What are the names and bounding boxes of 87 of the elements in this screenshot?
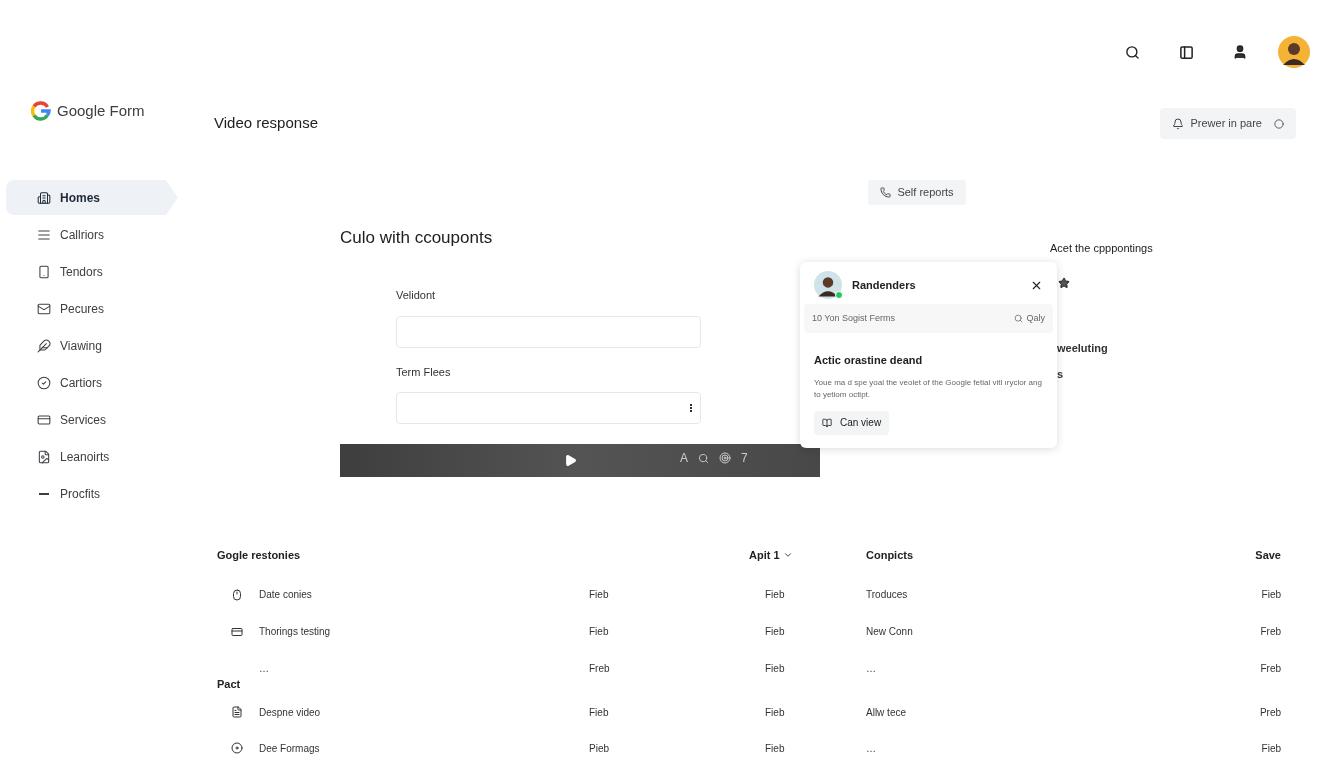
table-cell-text: Fieb bbox=[1261, 588, 1281, 602]
sidebar-item[interactable]: Pecures bbox=[6, 291, 178, 326]
caret-icon bbox=[782, 550, 793, 560]
row-name[interactable]: Thorings testing bbox=[259, 624, 331, 639]
table-cell-text: … bbox=[866, 741, 877, 756]
mouse-icon bbox=[231, 588, 243, 601]
panel-text: weeluting bbox=[1057, 340, 1109, 356]
image-file-icon bbox=[37, 449, 51, 464]
table-cell-text: Fieb bbox=[764, 741, 786, 756]
sidebar-item[interactable]: Tendors bbox=[6, 254, 178, 289]
sidebar-item[interactable]: Viawing bbox=[6, 328, 178, 363]
avatar-icon bbox=[814, 271, 842, 299]
building-icon bbox=[37, 190, 51, 205]
column-header: Conpicts bbox=[866, 547, 915, 563]
panel-text: s bbox=[1057, 367, 1065, 382]
row-name[interactable]: Despne video bbox=[259, 704, 321, 720]
contact-name: Randenders bbox=[852, 277, 917, 293]
table-cell-text: … bbox=[866, 662, 877, 676]
table-cell-text: Fieb bbox=[764, 588, 786, 602]
user-icon bbox=[1232, 44, 1248, 60]
panel-icon bbox=[1178, 44, 1194, 60]
column-header: Gogle restonies bbox=[217, 547, 302, 563]
check-circle-icon bbox=[37, 375, 51, 390]
table-cell-text: Fieb bbox=[764, 662, 786, 676]
can-view-button[interactable]: Can view bbox=[814, 410, 890, 435]
player-control[interactable]: 7 bbox=[741, 449, 748, 467]
row-name[interactable]: … bbox=[259, 661, 269, 676]
sidebar-item[interactable]: Callriors bbox=[6, 217, 178, 252]
table-cell-text: Fieb bbox=[589, 588, 610, 602]
popup-search-bar[interactable]: 10 Yon Sogist Ferms Qaly bbox=[804, 304, 1053, 333]
field-label: Term Flees bbox=[396, 364, 452, 380]
sidebar-item[interactable]: Homes bbox=[6, 180, 178, 215]
table-cell-text: Fieb bbox=[764, 625, 786, 639]
table-cell-text: Preb bbox=[1259, 705, 1281, 720]
table-cell-text: Freb bbox=[1260, 662, 1281, 676]
target-button[interactable] bbox=[719, 452, 731, 464]
avatar-icon bbox=[1278, 36, 1310, 68]
table-cell-text: Freb bbox=[589, 662, 611, 676]
table-cell-text: Freb bbox=[1260, 625, 1281, 639]
table-cell-text: Fieb bbox=[1261, 741, 1281, 756]
search-button[interactable] bbox=[698, 452, 709, 464]
phone-icon bbox=[880, 187, 892, 198]
document-icon bbox=[231, 706, 243, 718]
circle-icon bbox=[1274, 118, 1284, 129]
row-name[interactable]: Dee Formags bbox=[259, 740, 320, 756]
bell-icon bbox=[1172, 117, 1185, 130]
play-button[interactable] bbox=[564, 454, 577, 467]
row-name[interactable]: Date conies bbox=[259, 587, 312, 602]
self-reports-button[interactable]: Self reports bbox=[868, 180, 966, 205]
popup-body: Youe ma d spe yoal the veolet of the Google fetial vitl ıryclor ang to yetiom octipt. bbox=[814, 376, 1042, 401]
table-cell-text: New Conn bbox=[866, 625, 914, 639]
select-field[interactable] bbox=[396, 392, 701, 424]
field-label: Velidont bbox=[396, 288, 437, 303]
mail-icon bbox=[37, 301, 51, 316]
table-cell-text: Pieb bbox=[589, 741, 610, 756]
form-heading: Culo with ccouponts bbox=[340, 227, 494, 247]
search-icon bbox=[1124, 44, 1140, 60]
page-title: Video response bbox=[214, 113, 318, 134]
card-icon bbox=[231, 625, 243, 638]
list-icon bbox=[37, 227, 51, 242]
panel-heading: Acet the cpppontings bbox=[1050, 241, 1153, 256]
table-cell-text: Fieb bbox=[764, 705, 786, 720]
group-label: Pact bbox=[217, 676, 241, 692]
sidebar-item[interactable]: Cartiors bbox=[6, 365, 178, 400]
sidebar-item[interactable]: Procfits bbox=[6, 476, 178, 511]
column-header: Save bbox=[1255, 547, 1281, 563]
card-icon bbox=[37, 412, 51, 427]
logo-icon bbox=[31, 101, 51, 121]
table-cell-text: Troduces bbox=[866, 588, 909, 602]
phone-icon bbox=[37, 264, 51, 279]
search-icon bbox=[1014, 314, 1024, 323]
column-header[interactable]: Apit 1 bbox=[749, 546, 793, 564]
feather-icon bbox=[37, 338, 51, 353]
book-icon bbox=[822, 417, 832, 428]
star-icon bbox=[1058, 276, 1070, 289]
preview-button[interactable]: Prewer in pare bbox=[1160, 108, 1296, 139]
table-cell-text: Fieb bbox=[589, 625, 610, 639]
dash-icon bbox=[39, 492, 49, 495]
player-control[interactable]: A bbox=[680, 449, 688, 467]
table-cell-text: Fieb bbox=[589, 705, 610, 720]
popup-title: Actic orastine deand bbox=[814, 353, 924, 368]
sidebar-item[interactable]: Leanoirts bbox=[6, 439, 178, 474]
input-field[interactable] bbox=[396, 315, 701, 348]
sidebar-item[interactable]: Services bbox=[6, 402, 178, 437]
disc-icon bbox=[231, 742, 243, 754]
app-name: Google Form bbox=[57, 100, 145, 121]
table-cell-text: Allw tece bbox=[866, 705, 907, 720]
